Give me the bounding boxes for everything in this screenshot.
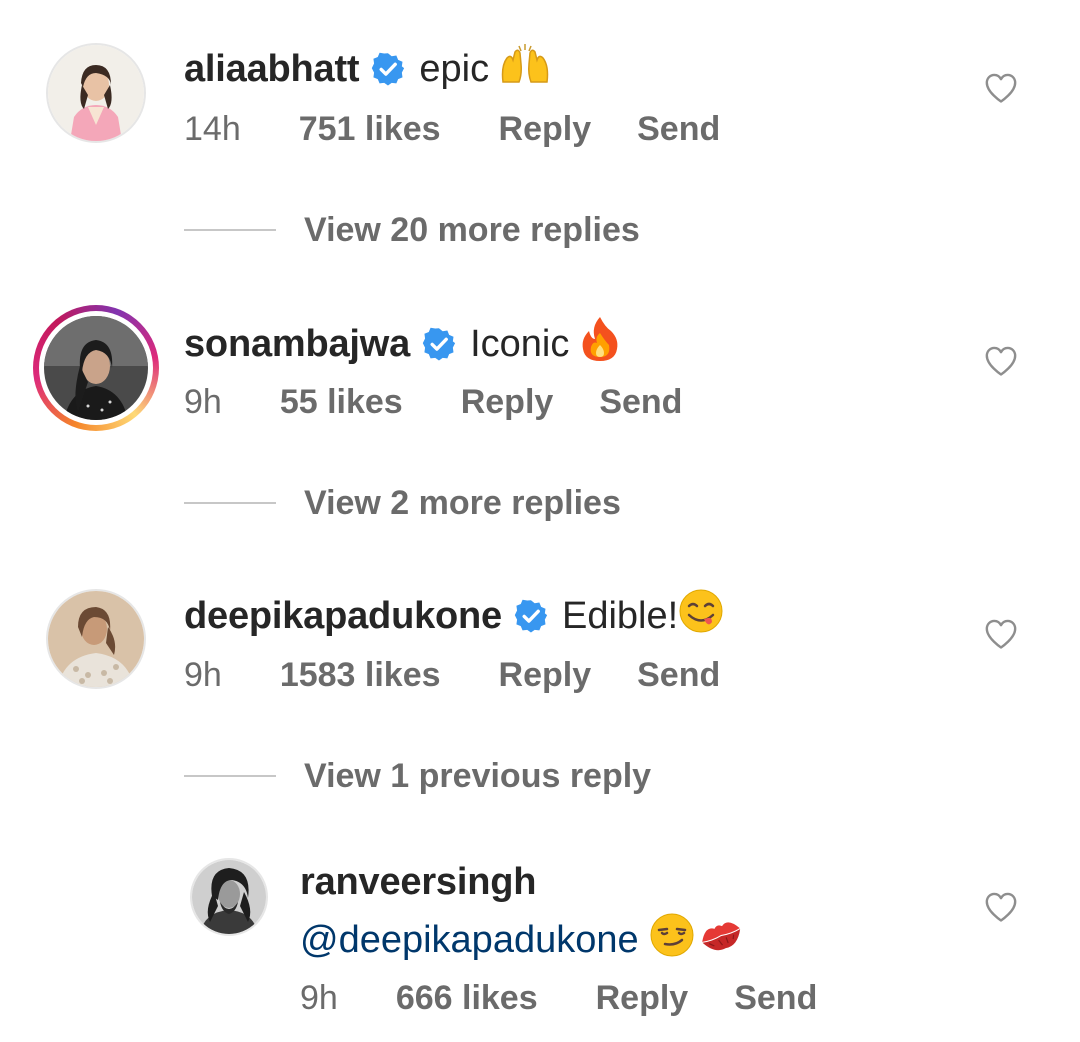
view-previous-reply[interactable]: View 1 previous reply <box>184 756 651 796</box>
send-button[interactable]: Send <box>734 978 817 1018</box>
verified-badge-icon <box>514 599 548 633</box>
comment-time: 9h <box>184 383 222 421</box>
smirking-face-icon <box>649 912 695 968</box>
avatar <box>44 316 148 420</box>
reply-button[interactable]: Reply <box>596 978 689 1018</box>
send-button[interactable]: Send <box>599 382 682 422</box>
like-heart-icon[interactable] <box>984 72 1018 104</box>
view-replies-label: View 1 previous reply <box>304 757 652 795</box>
like-heart-icon[interactable] <box>984 618 1018 650</box>
comment-time: 14h <box>184 110 241 148</box>
comment-text: epic <box>419 48 490 90</box>
avatar[interactable] <box>46 589 146 689</box>
username[interactable]: deepikapadukone <box>184 594 502 638</box>
avatar-photo <box>44 316 148 420</box>
story-ring[interactable] <box>33 305 159 431</box>
comment-time: 9h <box>184 656 222 694</box>
view-replies-label: View 2 more replies <box>304 484 621 522</box>
likes-count[interactable]: 1583 likes <box>280 655 441 695</box>
view-replies-label: View 20 more replies <box>304 211 640 249</box>
likes-count[interactable]: 751 likes <box>299 109 441 149</box>
raising-hands-icon <box>499 42 551 96</box>
like-heart-icon[interactable] <box>984 345 1018 377</box>
fire-icon <box>579 315 621 373</box>
face-savoring-food-icon <box>678 588 724 644</box>
view-more-replies[interactable]: View 20 more replies <box>184 210 640 250</box>
verified-badge-icon <box>371 52 405 86</box>
replies-divider <box>184 229 276 231</box>
kiss-mark-icon <box>697 915 745 965</box>
username[interactable]: sonambajwa <box>184 322 410 366</box>
username[interactable]: ranveersingh <box>300 860 536 904</box>
comment-text: Edible! <box>561 595 679 637</box>
avatar-photo <box>48 45 144 141</box>
likes-count[interactable]: 55 likes <box>280 382 403 422</box>
reply-button[interactable]: Reply <box>499 655 592 695</box>
username[interactable]: aliaabhatt <box>184 47 360 91</box>
view-more-replies[interactable]: View 2 more replies <box>184 483 621 523</box>
avatar-photo <box>192 860 266 934</box>
likes-count[interactable]: 666 likes <box>396 978 538 1018</box>
avatar[interactable] <box>46 43 146 143</box>
verified-badge-icon <box>422 327 456 361</box>
mention-link[interactable]: @deepikapadukone <box>300 918 639 962</box>
avatar-photo <box>48 591 144 687</box>
comment-text: Iconic <box>470 323 570 365</box>
replies-divider <box>184 502 276 504</box>
reply-button[interactable]: Reply <box>461 382 554 422</box>
send-button[interactable]: Send <box>637 109 720 149</box>
like-heart-icon[interactable] <box>984 891 1018 923</box>
send-button[interactable]: Send <box>637 655 720 695</box>
comment-time: 9h <box>300 979 338 1017</box>
avatar[interactable] <box>190 858 268 936</box>
reply-button[interactable]: Reply <box>499 109 592 149</box>
replies-divider <box>184 775 276 777</box>
